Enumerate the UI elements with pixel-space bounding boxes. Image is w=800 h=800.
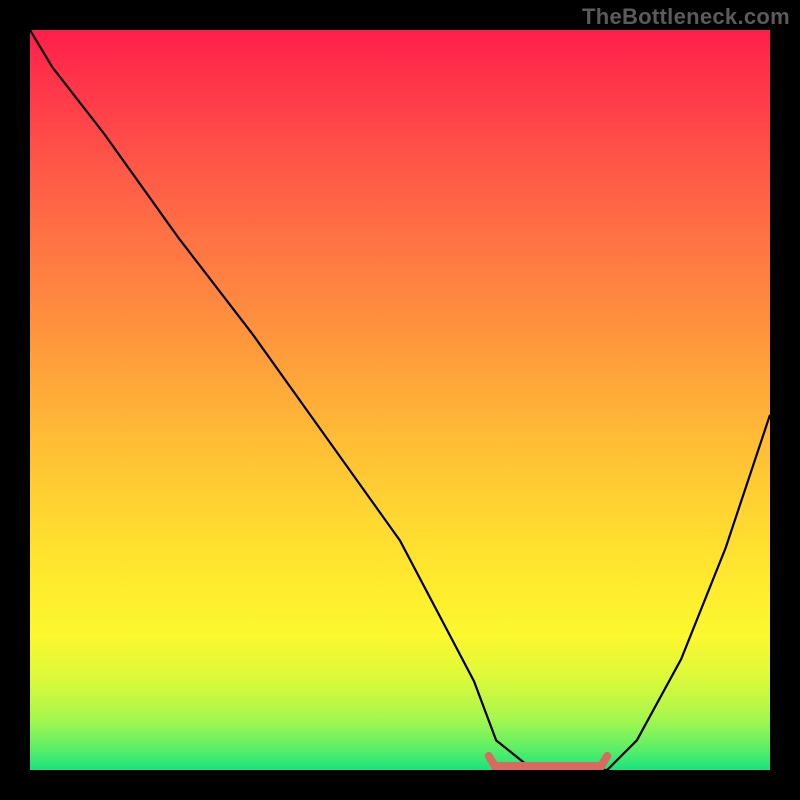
watermark-text: TheBottleneck.com xyxy=(582,4,790,30)
chart-frame: TheBottleneck.com xyxy=(0,0,800,800)
bottleneck-curve xyxy=(30,30,770,770)
curve-layer xyxy=(30,30,770,770)
highlight-segment xyxy=(489,756,607,766)
plot-area xyxy=(30,30,770,770)
